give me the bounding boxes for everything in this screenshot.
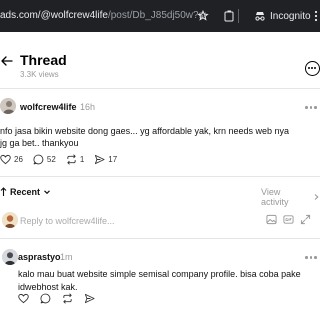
repost-icon <box>63 293 72 304</box>
incognito-indicator[interactable]: Incognito <box>250 5 312 27</box>
comment-like-button[interactable] <box>18 293 29 304</box>
comment-icon <box>33 154 44 165</box>
toolbar-divider <box>238 9 239 23</box>
share-icon <box>84 293 95 304</box>
comment-button[interactable]: 52 <box>33 154 56 165</box>
comment-icon <box>40 293 51 304</box>
share-button[interactable]: 17 <box>94 154 117 165</box>
bookmark-star-icon[interactable] <box>196 7 210 25</box>
heart-icon <box>0 154 11 165</box>
repost-icon <box>67 154 76 165</box>
post-author-avatar[interactable] <box>0 98 16 114</box>
header-divider <box>0 88 320 89</box>
post-author-name[interactable]: wolfcrew4life <box>20 102 77 112</box>
sort-arrow-icon <box>0 187 7 196</box>
incognito-label: Incognito <box>270 10 311 22</box>
post-timestamp: 16h <box>80 102 96 112</box>
page-title: Thread <box>20 52 67 68</box>
comment-count: 52 <box>46 155 56 164</box>
comment-author-avatar[interactable] <box>2 249 18 265</box>
image-icon[interactable] <box>266 214 277 225</box>
post-body: nfo jasa bikin website dong gaes... yg a… <box>0 126 290 148</box>
comment-actions <box>18 293 105 304</box>
reply-composer <box>0 208 320 234</box>
sort-label: Recent <box>10 187 41 197</box>
avatar-image <box>2 212 18 228</box>
post-actions: 26 52 1 17 <box>0 154 127 165</box>
reply-attachments <box>266 214 311 225</box>
comment-reply-button[interactable] <box>40 293 51 304</box>
chevron-down-icon <box>44 190 50 195</box>
post-menu-icon[interactable] <box>305 106 319 110</box>
view-activity-link[interactable]: View activity <box>261 187 320 207</box>
sort-dropdown[interactable]: Recent <box>0 187 51 197</box>
browser-menu-icon[interactable] <box>312 7 320 25</box>
avatar-image <box>2 249 18 265</box>
repost-button[interactable]: 1 <box>66 154 84 165</box>
comment-body: kalo mau buat website simple semisal com… <box>18 269 301 292</box>
share-count: 17 <box>108 155 118 164</box>
back-arrow-icon[interactable] <box>0 54 14 68</box>
url-host: ads.com/@wolfcrew4life <box>0 10 108 21</box>
share-icon <box>95 154 105 165</box>
comment-menu-icon[interactable] <box>305 256 319 260</box>
like-count: 26 <box>14 155 23 164</box>
like-button[interactable]: 26 <box>0 154 23 165</box>
repost-count: 1 <box>79 155 85 164</box>
incognito-icon <box>255 12 265 21</box>
gif-icon[interactable] <box>283 214 294 225</box>
browser-toolbar: ads.com/@wolfcrew4life/post/Db_J85dj50w?… <box>0 0 320 32</box>
avatar-image <box>0 98 16 114</box>
chevron-right-icon <box>314 194 319 200</box>
extensions-icon[interactable] <box>222 7 236 25</box>
heart-icon <box>18 293 29 304</box>
view-activity-label: View activity <box>261 187 289 207</box>
view-count: 3.3K views <box>20 70 59 79</box>
reply-input[interactable] <box>20 212 260 230</box>
current-user-avatar <box>2 212 18 228</box>
expand-icon[interactable] <box>300 214 311 225</box>
thread-header: Thread 3.3K views <box>0 32 320 88</box>
comment-author-name[interactable]: asprastyo <box>18 252 61 262</box>
reply-divider <box>0 238 320 239</box>
address-bar[interactable]: ads.com/@wolfcrew4life/post/Db_J85dj50w?… <box>0 7 206 25</box>
url-path: /post/Db_J85dj50w?sort_or... <box>107 10 206 21</box>
comment-share-button[interactable] <box>84 293 95 304</box>
comment-repost-button[interactable] <box>62 293 73 304</box>
more-options-icon[interactable] <box>305 61 320 76</box>
post-divider <box>0 176 320 177</box>
comment-timestamp: 1m <box>60 252 73 262</box>
